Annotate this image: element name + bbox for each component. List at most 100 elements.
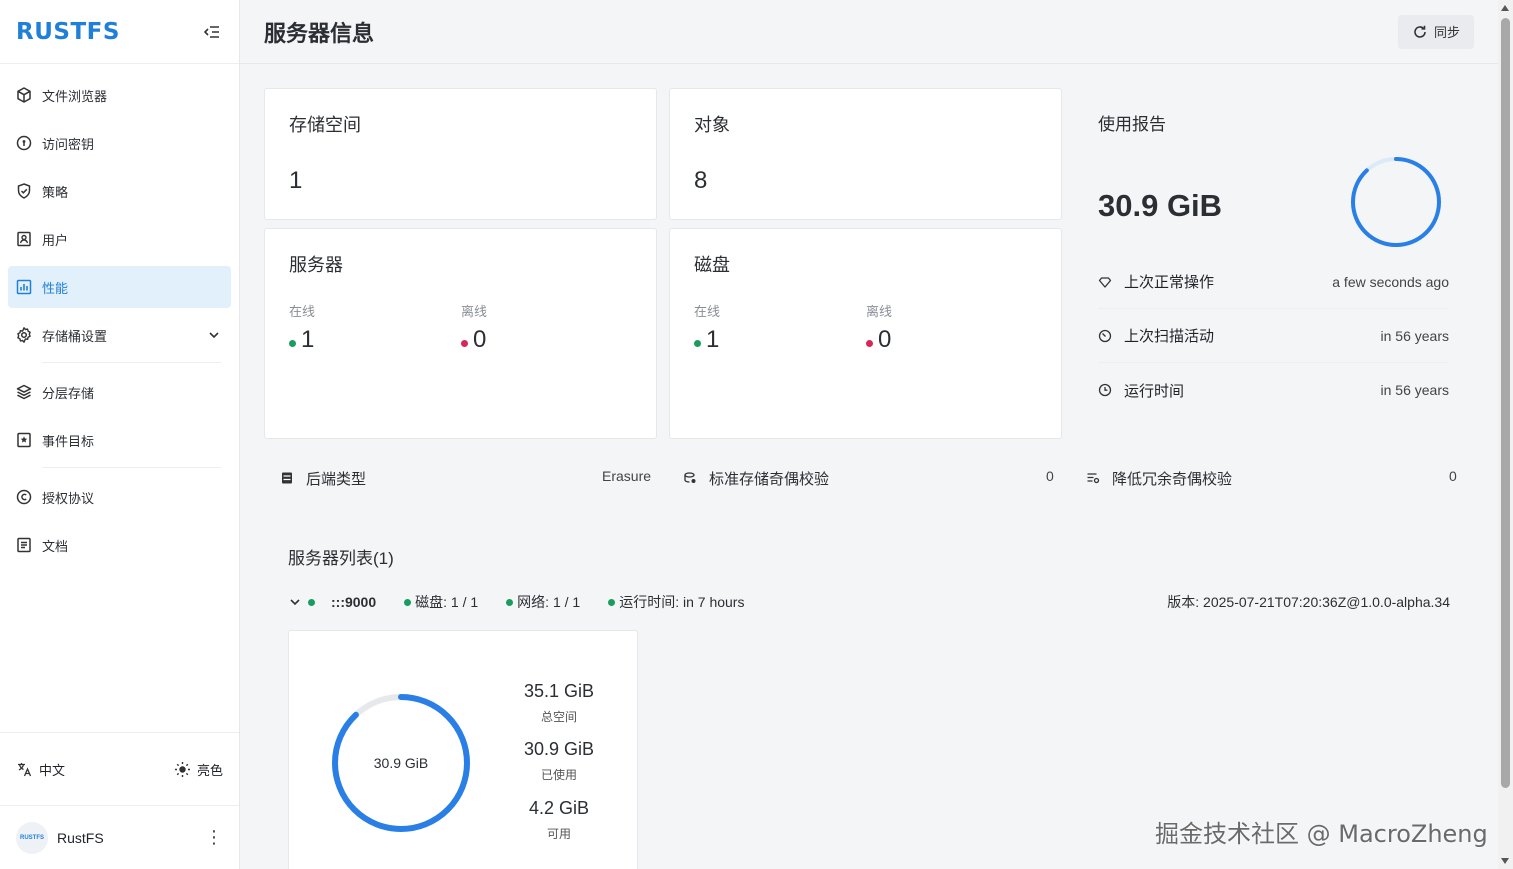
- card-title: 对象: [694, 115, 730, 135]
- buckets-count: 1: [289, 167, 303, 194]
- document-icon: [17, 537, 31, 553]
- usage-row-last-op: 上次正常操作 a few seconds ago: [1098, 255, 1449, 309]
- sidebar-item-label: 文件浏览器: [42, 88, 108, 104]
- standard-parity-value: 0: [1046, 468, 1054, 484]
- scroll-up-arrow[interactable]: [1501, 5, 1509, 11]
- online-dot: [289, 339, 296, 347]
- disk-used: 30.9 GiB 已使用: [509, 739, 609, 783]
- disk-total-label: 总空间: [540, 710, 577, 724]
- sidebar-item-event-targets[interactable]: 事件目标: [8, 419, 231, 461]
- sidebar-footer: 中文 亮色 RUSTFS RustFS ⋮: [0, 732, 239, 869]
- key-circle-icon: [16, 135, 32, 151]
- backend-type: 后端类型: [280, 466, 366, 490]
- usage-row-label: 运行时间: [1124, 382, 1185, 400]
- sidebar-item-bucket-settings[interactable]: 存储桶设置: [8, 314, 231, 356]
- usage-row-value: in 56 years: [1380, 327, 1449, 344]
- backend-type-label: 后端类型: [306, 470, 367, 488]
- sidebar-item-users[interactable]: 用户: [8, 218, 231, 260]
- scroll-thumb[interactable]: [1501, 18, 1510, 788]
- sidebar-item-label: 存储桶设置: [42, 328, 108, 344]
- status-dot: [506, 598, 514, 606]
- sidebar-item-access-keys[interactable]: 访问密钥: [8, 122, 231, 164]
- scan-clock-icon: [1098, 329, 1112, 342]
- layers-icon: [16, 384, 32, 400]
- server-host: :::9000: [331, 594, 377, 610]
- usage-row-value: in 56 years: [1380, 382, 1449, 398]
- objects-count: 8: [694, 167, 708, 194]
- bookmark-star-icon: [17, 432, 31, 448]
- language-switcher[interactable]: 中文: [16, 760, 65, 779]
- disk-free: 4.2 GiB 可用: [509, 798, 609, 842]
- chart-icon: [16, 279, 32, 295]
- sidebar-header: RUSTFS: [0, 0, 239, 64]
- copyright-icon: [16, 489, 32, 505]
- nav-divider: [42, 467, 221, 468]
- reduced-parity-value: 0: [1449, 468, 1457, 484]
- user-profile[interactable]: RUSTFS RustFS ⋮: [0, 805, 239, 869]
- avatar: RUSTFS: [16, 821, 48, 854]
- disks-online: 1: [694, 326, 719, 354]
- standard-parity-label: 标准存储奇偶校验: [709, 470, 830, 488]
- sun-icon: [174, 761, 190, 777]
- disk-free-value: 4.2 GiB: [528, 798, 590, 818]
- card-title: 磁盘: [694, 255, 730, 275]
- sidebar-item-label: 策略: [42, 184, 69, 200]
- logo: RUSTFS: [16, 18, 120, 45]
- usage-row-value: a few seconds ago: [1332, 273, 1449, 290]
- gear-icon: [17, 327, 31, 343]
- collapse-sidebar-button[interactable]: [201, 21, 223, 43]
- sidebar-item-tiering[interactable]: 分层存储: [8, 371, 231, 413]
- disks-offline-count: 0: [878, 326, 892, 353]
- sync-label: 同步: [1433, 25, 1460, 40]
- sidebar-item-label: 访问密钥: [42, 136, 95, 152]
- page-header: 服务器信息 同步: [240, 0, 1498, 64]
- status-dot: [608, 598, 616, 606]
- page-scrollbar[interactable]: [1498, 0, 1513, 869]
- list-settings-icon: [1087, 473, 1100, 484]
- server-network: 网络: 1 / 1: [506, 592, 580, 612]
- disk-total-value: 35.1 GiB: [523, 681, 595, 701]
- language-label: 中文: [39, 762, 66, 778]
- sidebar-nav: 文件浏览器 访问密钥 策略 用户 性能 存储桶设置 分层存储 事件目标 授权协议…: [0, 64, 239, 566]
- server-list-title: 服务器列表(1): [288, 549, 394, 568]
- server-row[interactable]: :::9000 磁盘: 1 / 1 网络: 1 / 1 运行时间: in 7 h…: [288, 590, 1450, 614]
- backend-type-value: Erasure: [602, 468, 652, 484]
- sidebar-item-file-browser[interactable]: 文件浏览器: [8, 74, 231, 116]
- theme-switcher[interactable]: 亮色: [174, 760, 223, 779]
- online-label: 在线: [694, 304, 721, 319]
- server-uptime: 运行时间: in 7 hours: [608, 592, 744, 612]
- chevron-down-icon[interactable]: [288, 595, 302, 609]
- user-name: RustFS: [57, 829, 104, 846]
- shield-check-icon: [17, 183, 31, 199]
- theme-label: 亮色: [196, 762, 223, 778]
- reduced-parity: 降低冗余奇偶校验: [1086, 466, 1232, 490]
- sidebar-item-label: 性能: [42, 280, 69, 296]
- scroll-down-arrow[interactable]: [1501, 858, 1509, 864]
- objects-card: 对象 8: [669, 88, 1062, 220]
- usage-ring-arc: [1351, 157, 1441, 247]
- offline-dot: [866, 339, 873, 347]
- sidebar-item-policies[interactable]: 策略: [8, 170, 231, 212]
- offline-label: 离线: [866, 304, 893, 319]
- usage-row-last-scan: 上次扫描活动 in 56 years: [1098, 309, 1449, 363]
- usage-row-label: 上次正常操作: [1124, 274, 1215, 291]
- servers-online: 1: [289, 326, 314, 354]
- sync-button[interactable]: 同步: [1397, 14, 1474, 49]
- storage-parity-icon: [684, 472, 696, 483]
- chevron-down-icon: [209, 332, 219, 339]
- disk-used-value: 30.9 GiB: [523, 739, 595, 759]
- sidebar-item-license[interactable]: 授权协议: [8, 476, 231, 518]
- collapse-menu-icon: [203, 25, 219, 38]
- user-icon: [17, 231, 31, 247]
- disk-ring-label: 30.9 GiB: [373, 755, 429, 771]
- sidebar-item-performance[interactable]: 性能: [8, 266, 231, 308]
- disks-card: 磁盘 在线 离线 1 0: [669, 228, 1062, 439]
- server-version: 版本: 2025-07-21T07:20:36Z@1.0.0-alpha.34: [1167, 594, 1450, 610]
- usage-row-uptime: 运行时间 in 56 years: [1098, 363, 1449, 417]
- status-dot: [404, 598, 412, 606]
- sidebar-item-docs[interactable]: 文档: [8, 524, 231, 566]
- online-label: 在线: [289, 304, 316, 319]
- disk-total: 35.1 GiB 总空间: [509, 681, 609, 725]
- more-options-button[interactable]: ⋮: [205, 827, 223, 848]
- servers-offline-count: 0: [473, 326, 487, 353]
